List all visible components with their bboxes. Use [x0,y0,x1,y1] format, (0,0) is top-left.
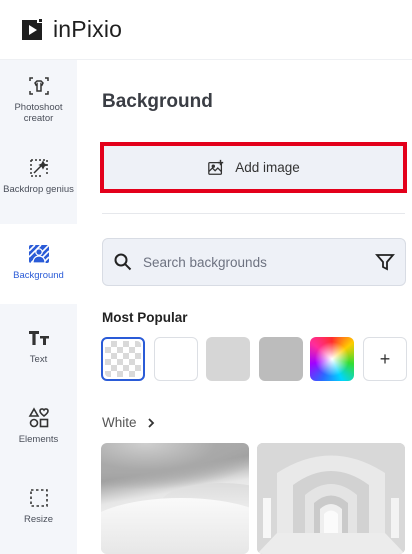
divider [102,213,405,214]
search-bar [102,238,406,286]
sidebar-item-resize[interactable]: Resize [0,486,77,554]
chevron-right-icon [147,417,154,428]
app-logo[interactable]: inPixio [21,16,122,43]
swatch-white[interactable] [154,337,198,381]
sidebar-item-label: Background [13,270,64,281]
dune-shape [101,498,249,554]
sidebar-item-label: Photoshoot creator [14,102,63,124]
add-image-button[interactable]: Add image [104,146,403,189]
resize-icon [29,489,48,507]
background-thumbnail-hallway[interactable] [257,443,405,554]
shapes-icon [28,407,49,428]
add-color-button[interactable]: + [363,337,407,381]
background-thumbnail-desert[interactable] [101,443,249,554]
color-picker-swatch[interactable] [310,337,354,381]
checkerboard [105,341,141,377]
sidebar-item-label: Text [29,354,48,365]
sidebar-item-background[interactable]: Background [0,224,77,304]
sidebar: Photoshoot creator Backdrop genius Backg… [0,60,77,554]
add-image-label: Add image [235,160,300,175]
add-image-icon [208,159,224,175]
app-name: inPixio [53,16,123,42]
background-panel: Background Add image Most Popular [77,60,412,554]
most-popular-title: Most Popular [102,310,188,325]
swatch-light-gray[interactable] [206,337,250,381]
magic-wand-icon [29,159,48,177]
white-category-link[interactable]: White [102,415,157,430]
panel-title: Background [102,91,213,112]
logo-mark-icon [22,17,42,40]
search-input[interactable] [143,254,363,270]
text-icon [28,331,49,345]
background-icon [27,244,50,264]
swatch-transparent[interactable] [101,337,145,381]
filter-icon[interactable] [375,252,395,272]
sidebar-item-elements[interactable]: Elements [0,406,77,486]
add-image-highlight: Add image [100,142,407,193]
sidebar-item-text[interactable]: Text [0,326,77,406]
photoshoot-icon [28,77,49,95]
search-icon [114,253,132,271]
sidebar-item-label: Backdrop genius [3,184,74,195]
swatch-row: + [101,337,411,383]
white-category-label: White [102,415,137,430]
sidebar-item-label: Resize [23,514,54,525]
sidebar-item-photoshoot-creator[interactable]: Photoshoot creator [0,74,77,154]
sidebar-item-label: Elements [18,434,59,445]
hallway-image [257,443,405,554]
swatch-gray[interactable] [259,337,303,381]
top-bar: inPixio [0,0,412,60]
